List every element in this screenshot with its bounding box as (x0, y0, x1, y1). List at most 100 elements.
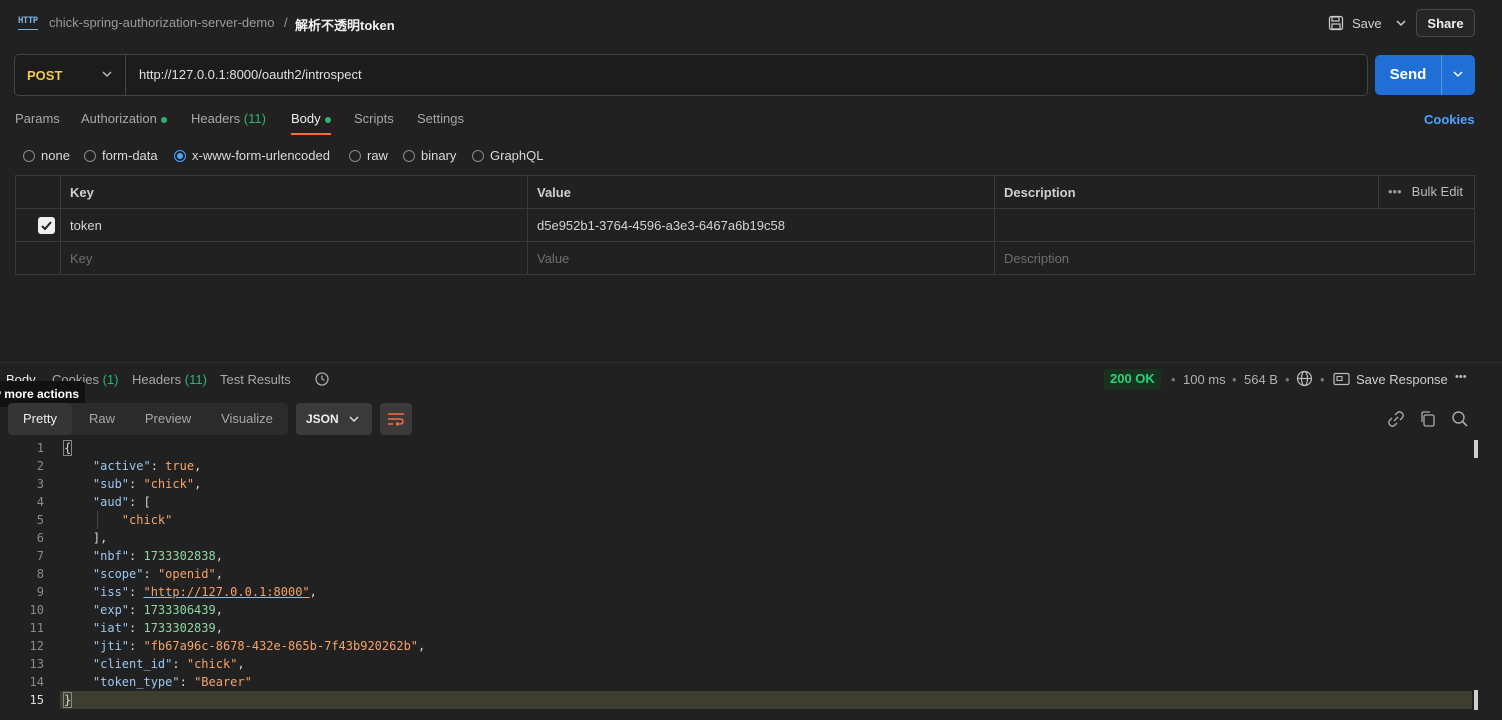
resp-tab-headers[interactable]: Headers (11) (132, 372, 207, 387)
table-header-row: Key Value Description ••• Bulk Edit (16, 176, 1474, 209)
code-line: "exp": 1733306439, (92, 603, 223, 617)
send-button[interactable]: Send (1375, 55, 1475, 95)
more-actions-icon[interactable]: ••• (1455, 371, 1467, 383)
header-label: Key (70, 185, 94, 200)
tab-headers-label: Headers (191, 111, 241, 126)
radio-label: binary (421, 148, 457, 163)
history-icon[interactable] (314, 371, 330, 387)
wrap-icon (388, 413, 404, 426)
wrap-lines-button[interactable] (380, 403, 412, 435)
save-button[interactable]: Save (1322, 9, 1410, 37)
line-number: 14 (29, 675, 44, 689)
copy-icon[interactable] (1418, 409, 1438, 429)
code-line: "jti": "fb67a96c-8678-432e-865b-7f43b920… (92, 639, 426, 653)
description-input[interactable]: Description (994, 242, 1474, 274)
code-line: "chick" (64, 513, 173, 527)
cookies-link[interactable]: Cookies (1424, 112, 1475, 127)
radio-circle-selected (174, 149, 186, 162)
row-value: d5e952b1-3764-4596-a3e3-6467a6b19c58 (537, 218, 785, 233)
tab-body-label: Body (291, 111, 321, 126)
code-line: "active": true, (92, 459, 202, 473)
checkmark-icon (41, 221, 52, 231)
chevron-down-icon (102, 71, 112, 78)
chevron-down-icon[interactable] (1395, 17, 1407, 29)
line-number: 4 (36, 495, 44, 509)
breadcrumb-collection[interactable]: chick-spring-authorization-server-demo (49, 15, 274, 30)
line-number: 3 (36, 477, 44, 491)
search-icon[interactable] (1450, 409, 1470, 429)
chevron-down-icon (349, 416, 359, 423)
radio-graphql[interactable]: GraphQL (472, 148, 543, 163)
key-input[interactable]: Key (60, 242, 527, 274)
view-pretty[interactable]: Pretty (8, 403, 72, 435)
code-line: "iat": 1733302839, (92, 621, 223, 635)
response-size[interactable]: 564 B (1244, 372, 1278, 387)
tab-scripts[interactable]: Scripts (354, 111, 394, 135)
more-icon[interactable]: ••• (1388, 184, 1402, 199)
separator-dot: • (1171, 372, 1176, 387)
url-bar: POST http://127.0.0.1:8000/oauth2/intros… (14, 54, 1368, 96)
save-response-button[interactable]: Save Response (1333, 370, 1448, 388)
tab-headers[interactable]: Headers (11) (191, 111, 266, 135)
col-key-header: Key (60, 176, 527, 208)
col-value-header: Value (527, 176, 994, 208)
tab-authorization[interactable]: Authorization (81, 111, 167, 135)
share-button[interactable]: Share (1416, 9, 1475, 37)
params-table: Key Value Description ••• Bulk Edit token… (15, 175, 1475, 275)
code-line: "iss": "http://127.0.0.1:8000", (92, 585, 317, 599)
request-name[interactable]: 解析不透明token (295, 15, 395, 34)
http-icon: HTTP (18, 14, 38, 30)
line-number: 8 (36, 567, 44, 581)
radio-x-www-form-urlencoded[interactable]: x-www-form-urlencoded (174, 148, 330, 163)
response-time[interactable]: 100 ms (1183, 372, 1226, 387)
chevron-down-icon (1453, 71, 1463, 78)
view-raw[interactable]: Raw (80, 403, 124, 435)
table-row: token d5e952b1-3764-4596-a3e3-6467a6b19c… (16, 209, 1474, 242)
tooltip-text: View more actions (0, 387, 79, 401)
json-link-value[interactable]: "http://127.0.0.1:8000" (143, 585, 309, 599)
line-number: 10 (29, 603, 44, 617)
line-number: 2 (36, 459, 44, 473)
json-value: "chick" (143, 477, 195, 491)
code-line: "aud": [ (92, 495, 151, 509)
row-value-cell[interactable]: d5e952b1-3764-4596-a3e3-6467a6b19c58 (527, 209, 994, 241)
link-icon[interactable] (1386, 409, 1406, 429)
json-value: 1733302839 (143, 621, 216, 635)
resp-tab-headers-label: Headers (132, 372, 182, 387)
json-value: "chick" (186, 657, 238, 671)
row-key-cell[interactable]: token (60, 209, 527, 241)
value-input[interactable]: Value (527, 242, 994, 274)
line-number: 1 (36, 441, 44, 455)
status-badge[interactable]: 200 OK (1104, 369, 1161, 389)
header-label: Value (537, 185, 571, 200)
row-description-cell[interactable] (994, 209, 1474, 241)
code-line: ], (64, 531, 108, 545)
send-dropdown-button[interactable] (1441, 67, 1475, 84)
line-number: 5 (36, 513, 44, 527)
json-value: 1733302838 (143, 549, 216, 563)
radio-label: GraphQL (490, 148, 544, 163)
format-label: JSON (306, 412, 339, 426)
view-visualize[interactable]: Visualize (212, 403, 282, 435)
format-select[interactable]: JSON (296, 403, 372, 435)
view-preview[interactable]: Preview (136, 403, 200, 435)
response-body-editor[interactable]: 1 2 3 4 5 6 7 8 9 10 11 12 13 14 15 { "a… (0, 439, 1480, 719)
row-checkbox[interactable] (38, 217, 55, 234)
json-value: "fb67a96c-8678-432e-865b-7f43b920262b" (143, 639, 419, 653)
code-line: "sub": "chick", (92, 477, 202, 491)
radio-label: raw (367, 148, 388, 163)
radio-none[interactable]: none (23, 148, 70, 163)
tab-params[interactable]: Params (15, 111, 60, 135)
url-input[interactable]: http://127.0.0.1:8000/oauth2/introspect (139, 67, 362, 82)
method-select[interactable]: POST (15, 55, 126, 95)
bulk-edit-button[interactable]: ••• Bulk Edit (1378, 176, 1474, 208)
json-value: "openid" (157, 567, 216, 581)
radio-binary[interactable]: binary (403, 148, 456, 163)
tab-body[interactable]: Body (291, 111, 331, 135)
status-dot (160, 116, 167, 123)
resp-tab-test-results[interactable]: Test Results (220, 372, 291, 387)
globe-icon[interactable] (1296, 370, 1313, 387)
radio-form-data[interactable]: form-data (84, 148, 158, 163)
radio-raw[interactable]: raw (349, 148, 388, 163)
tab-settings[interactable]: Settings (417, 111, 464, 135)
